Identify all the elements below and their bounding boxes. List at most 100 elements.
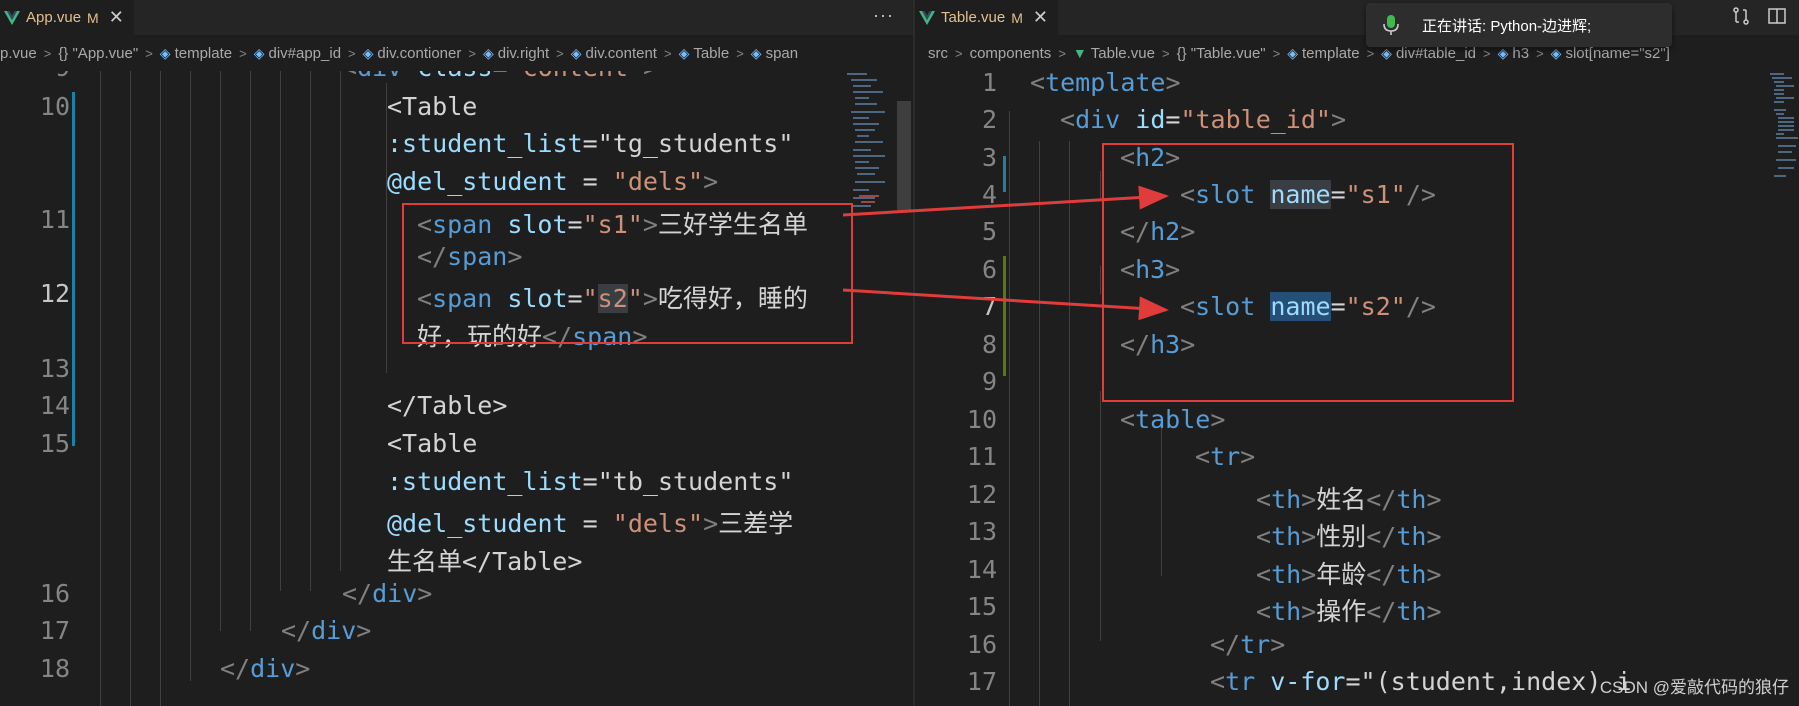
breadcrumb-item[interactable]: ▼ Table.vue bbox=[1073, 45, 1155, 62]
element-icon: ◈ bbox=[1287, 44, 1299, 61]
indent-guide bbox=[310, 71, 311, 591]
indent-guide bbox=[1009, 111, 1010, 706]
line-number: 12 bbox=[966, 480, 997, 509]
code-line: <th>操作</th> bbox=[1256, 597, 1442, 626]
tab-app-vue[interactable]: App.vue M ✕ bbox=[0, 0, 134, 35]
element-icon: ◈ bbox=[159, 44, 171, 61]
indent-guide bbox=[340, 71, 341, 571]
code-line: <template> bbox=[1030, 71, 1181, 97]
element-icon: ◈ bbox=[1381, 44, 1392, 61]
editor-actions bbox=[1731, 6, 1787, 26]
right-editor-pane: Table.vue M ✕ src > components > ▼ Table.vu… bbox=[915, 0, 1799, 706]
voice-chat-notification: 正在讲话: Python-边进辉; bbox=[1366, 3, 1672, 47]
close-icon[interactable]: ✕ bbox=[1033, 7, 1048, 28]
line-number: 9 bbox=[981, 367, 997, 396]
indent-guide bbox=[1100, 266, 1101, 294]
line-number: 13 bbox=[39, 354, 70, 383]
tab-table-vue[interactable]: Table.vue M ✕ bbox=[915, 0, 1058, 35]
vue-file-icon bbox=[4, 10, 20, 25]
right-code-area[interactable]: 1 2 3 4 5 6 7 8 9 10 11 12 13 14 15 16 1… bbox=[915, 71, 1799, 706]
code-line: @del_student = "dels"> bbox=[387, 167, 719, 196]
slot-content-highlight-box bbox=[402, 203, 853, 344]
code-line: <table> bbox=[1120, 405, 1226, 434]
breadcrumb-item[interactable]: components bbox=[970, 45, 1052, 62]
element-icon: ◈ bbox=[253, 44, 265, 61]
line-number: 11 bbox=[39, 205, 70, 234]
minimap[interactable] bbox=[1768, 71, 1798, 291]
code-line: <div class= content > bbox=[342, 71, 658, 82]
line-number: 15 bbox=[966, 592, 997, 621]
code-line: </div> bbox=[220, 654, 311, 683]
breadcrumb-item[interactable]: ◈ slot[name="s2"] bbox=[1551, 45, 1670, 62]
line-number: 1 bbox=[981, 71, 997, 97]
code-line: :student_list="tg_students" bbox=[387, 129, 794, 158]
element-icon: ◈ bbox=[678, 44, 690, 61]
breadcrumb-item[interactable]: {} "Table.vue" bbox=[1177, 45, 1266, 62]
code-line: :student_list="tb_students" bbox=[387, 467, 794, 496]
code-line: <tr> bbox=[1195, 442, 1256, 471]
indent-guide bbox=[386, 83, 387, 373]
indent-guide bbox=[1161, 426, 1162, 576]
indent-guide bbox=[1039, 141, 1040, 706]
compare-changes-icon[interactable] bbox=[1731, 6, 1751, 26]
element-icon: ◈ bbox=[1497, 44, 1509, 61]
breadcrumb-item[interactable]: ◈ h3 bbox=[1498, 45, 1529, 62]
line-number: 11 bbox=[966, 442, 997, 471]
breadcrumb-item[interactable]: ◈ div.right bbox=[483, 45, 549, 62]
line-number: 8 bbox=[981, 330, 997, 359]
left-code-area[interactable]: 9 10 11 12 13 14 15 16 17 18 <div class=… bbox=[0, 71, 914, 706]
modified-line-marker bbox=[1003, 156, 1006, 192]
indent-guide bbox=[250, 71, 251, 631]
breadcrumb-item[interactable]: ◈ div.contioner bbox=[363, 45, 462, 62]
watermark: CSDN @爱敲代码的狼仔 bbox=[1599, 678, 1789, 697]
element-icon: ◈ bbox=[570, 44, 582, 61]
close-icon[interactable]: ✕ bbox=[109, 7, 124, 28]
line-number: 14 bbox=[966, 555, 997, 584]
line-number: 17 bbox=[966, 667, 997, 696]
line-number: 10 bbox=[966, 405, 997, 434]
line-number: 13 bbox=[966, 517, 997, 546]
element-icon: ◈ bbox=[750, 44, 762, 61]
line-number: 5 bbox=[981, 217, 997, 246]
split-editor-icon[interactable] bbox=[1767, 6, 1787, 26]
code-line: <th>性别</th> bbox=[1256, 522, 1442, 551]
scrollbar[interactable] bbox=[897, 101, 911, 211]
left-editor-pane: App.vue M ✕ ··· p.vue > {} "App.vue" > ◈ te… bbox=[0, 0, 914, 706]
tab-label: Table.vue bbox=[941, 9, 1006, 26]
more-actions-icon[interactable]: ··· bbox=[873, 5, 894, 26]
indent-guide bbox=[1100, 171, 1101, 199]
breadcrumb-item[interactable]: ◈ template bbox=[160, 45, 232, 62]
line-number: 18 bbox=[39, 654, 70, 683]
line-number: 7 bbox=[981, 292, 997, 321]
line-number: 14 bbox=[39, 391, 70, 420]
indent-guide bbox=[100, 71, 101, 706]
line-number: 10 bbox=[39, 92, 70, 121]
voice-status-text: 正在讲话: Python-边进辉; bbox=[1422, 17, 1592, 35]
line-number: 3 bbox=[981, 143, 997, 172]
left-tab-bar: App.vue M ✕ ··· bbox=[0, 0, 914, 35]
breadcrumb-item[interactable]: ◈ div#table_id bbox=[1381, 45, 1476, 62]
indent-guide bbox=[190, 71, 191, 681]
code-line: </Table> bbox=[387, 391, 508, 420]
code-line: </div> bbox=[281, 616, 372, 645]
modified-badge: M bbox=[87, 9, 99, 26]
element-icon: ◈ bbox=[362, 44, 374, 61]
indent-guide bbox=[1100, 391, 1101, 641]
line-number: 16 bbox=[39, 579, 70, 608]
code-line: </div> bbox=[342, 579, 433, 608]
breadcrumb-item[interactable]: ◈ div#app_id bbox=[254, 45, 341, 62]
breadcrumb-item[interactable]: p.vue bbox=[0, 45, 37, 62]
slot-definition-highlight-box bbox=[1102, 143, 1514, 402]
breadcrumb-item[interactable]: {} "App.vue" bbox=[58, 45, 138, 62]
breadcrumb-item[interactable]: ◈ span bbox=[751, 45, 798, 62]
indent-guide bbox=[130, 71, 131, 706]
element-icon: ◈ bbox=[1550, 44, 1562, 61]
breadcrumb-item[interactable]: src bbox=[928, 45, 948, 62]
code-line: @del_student = "dels">三差学 bbox=[387, 509, 794, 538]
line-number: 4 bbox=[981, 180, 997, 209]
breadcrumb-item[interactable]: ◈ Table bbox=[679, 45, 730, 62]
breadcrumb-item[interactable]: ◈ div.content bbox=[571, 45, 657, 62]
vue-file-icon: ▼ bbox=[1072, 45, 1087, 61]
breadcrumb-item[interactable]: ◈ template bbox=[1287, 45, 1359, 62]
microphone-icon bbox=[1383, 15, 1399, 35]
